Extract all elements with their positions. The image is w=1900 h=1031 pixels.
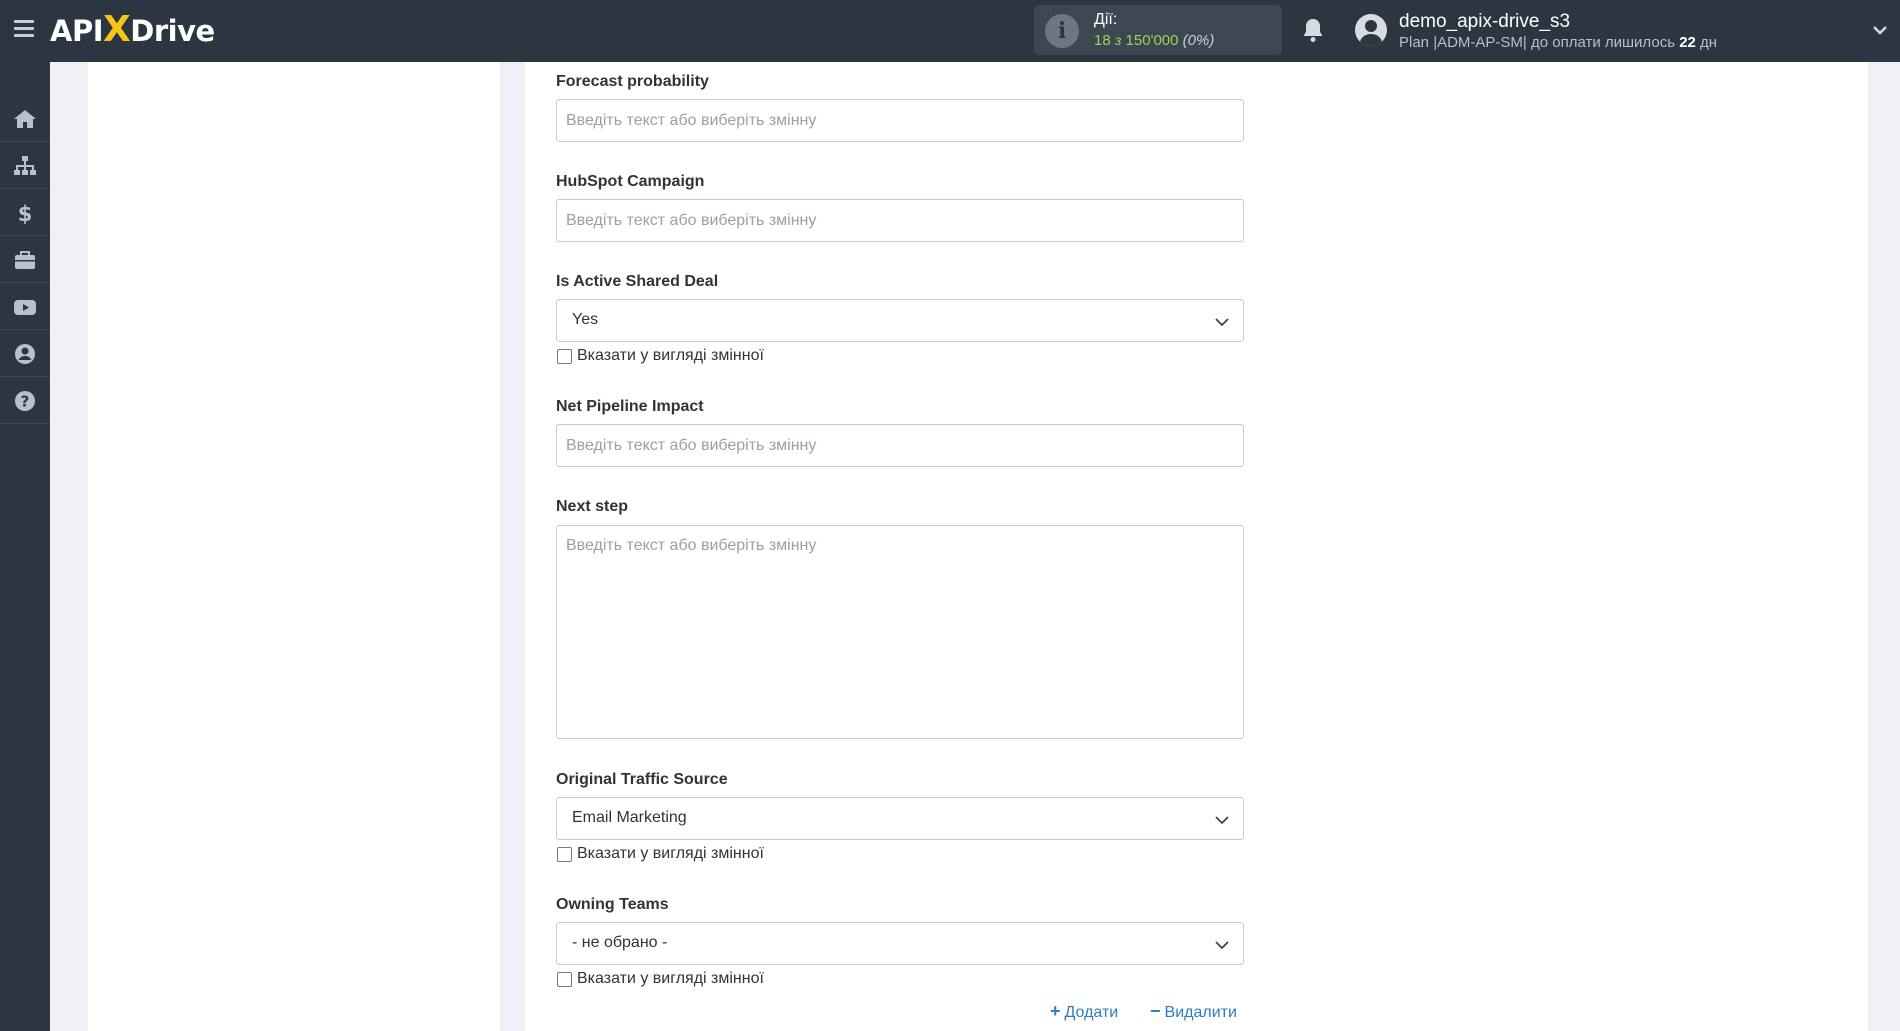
checkbox-label[interactable]: Вказати у вигляді змінної: [577, 347, 764, 365]
chevron-down-icon: [1215, 941, 1229, 950]
select-value: Email Marketing: [572, 809, 687, 826]
remove-field-button[interactable]: − Видалити: [1150, 1001, 1237, 1022]
checkbox-label[interactable]: Вказати у вигляді змінної: [577, 970, 764, 988]
field-label-hubspot-campaign: HubSpot Campaign: [556, 173, 705, 190]
add-field-button[interactable]: + Додати: [1050, 1001, 1118, 1022]
field-label-is-active-shared-deal: Is Active Shared Deal: [556, 273, 719, 290]
net-pipeline-impact-input[interactable]: [556, 424, 1244, 467]
user-circle-icon: [15, 344, 35, 364]
checkbox-label[interactable]: Вказати у вигляді змінної: [577, 845, 764, 863]
variable-checkbox[interactable]: [557, 972, 572, 987]
home-icon: [14, 110, 36, 128]
question-icon: ?: [15, 391, 35, 411]
actions-value: 18 з 150'000 (0%): [1094, 32, 1215, 49]
sidebar-item-home[interactable]: [0, 96, 50, 142]
actions-counter[interactable]: i Дії: 18 з 150'000 (0%): [1034, 5, 1282, 55]
chevron-down-icon: [1215, 816, 1229, 825]
sitemap-icon: [14, 156, 36, 175]
sidebar-item-help[interactable]: ?: [0, 378, 50, 424]
field-label-owning-teams: Owning Teams: [556, 896, 669, 913]
field-label-next-step: Next step: [556, 498, 629, 515]
sidebar-item-services[interactable]: [0, 237, 50, 283]
variable-checkbox[interactable]: [557, 847, 572, 862]
is-active-shared-deal-select[interactable]: Yes: [556, 299, 1244, 342]
sidebar-item-profile[interactable]: [0, 331, 50, 377]
left-panel: [88, 62, 500, 1031]
menu-toggle-icon[interactable]: [14, 20, 34, 38]
original-traffic-source-select[interactable]: Email Marketing: [556, 797, 1244, 840]
plus-icon: +: [1050, 1001, 1061, 1021]
select-value: - не обрано -: [572, 934, 668, 951]
svg-text:$: $: [18, 202, 33, 224]
field-label-net-pipeline-impact: Net Pipeline Impact: [556, 398, 704, 415]
username[interactable]: demo_apix-drive_s3: [1399, 11, 1570, 33]
add-label: Додати: [1064, 1004, 1119, 1021]
chevron-down-icon: [1215, 318, 1229, 327]
owning-teams-select[interactable]: - не обрано -: [556, 922, 1244, 965]
briefcase-icon: [15, 251, 35, 269]
top-bar: APIXDrive i Дії: 18 з 150'000 (0%) demo_…: [0, 0, 1900, 62]
user-avatar-icon[interactable]: [1355, 14, 1387, 46]
sidebar: $ ?: [0, 62, 50, 1031]
field-label-original-traffic-source: Original Traffic Source: [556, 771, 728, 788]
plan-info: Plan |ADM-AP-SM| до оплати лишилось 22 д…: [1399, 34, 1718, 51]
dollar-icon: $: [18, 202, 33, 224]
remove-label: Видалити: [1164, 1004, 1237, 1021]
minus-icon: −: [1150, 1001, 1161, 1021]
hubspot-campaign-input[interactable]: [556, 199, 1244, 242]
chevron-down-icon[interactable]: [1872, 22, 1888, 38]
sidebar-item-billing[interactable]: $: [0, 190, 50, 236]
variable-checkbox[interactable]: [557, 349, 572, 364]
svg-text:?: ?: [21, 393, 30, 411]
app-logo[interactable]: APIXDrive: [50, 12, 215, 49]
select-value: Yes: [572, 311, 599, 328]
sidebar-item-video[interactable]: [0, 284, 50, 330]
field-label-forecast-probability: Forecast probability: [556, 73, 709, 90]
youtube-icon: [14, 300, 36, 315]
next-step-textarea[interactable]: [556, 525, 1244, 739]
info-icon: i: [1045, 14, 1079, 48]
sidebar-item-connections[interactable]: [0, 143, 50, 189]
notifications-bell-icon[interactable]: [1301, 17, 1325, 43]
actions-label: Дії:: [1094, 11, 1118, 28]
forecast-probability-input[interactable]: [556, 99, 1244, 142]
